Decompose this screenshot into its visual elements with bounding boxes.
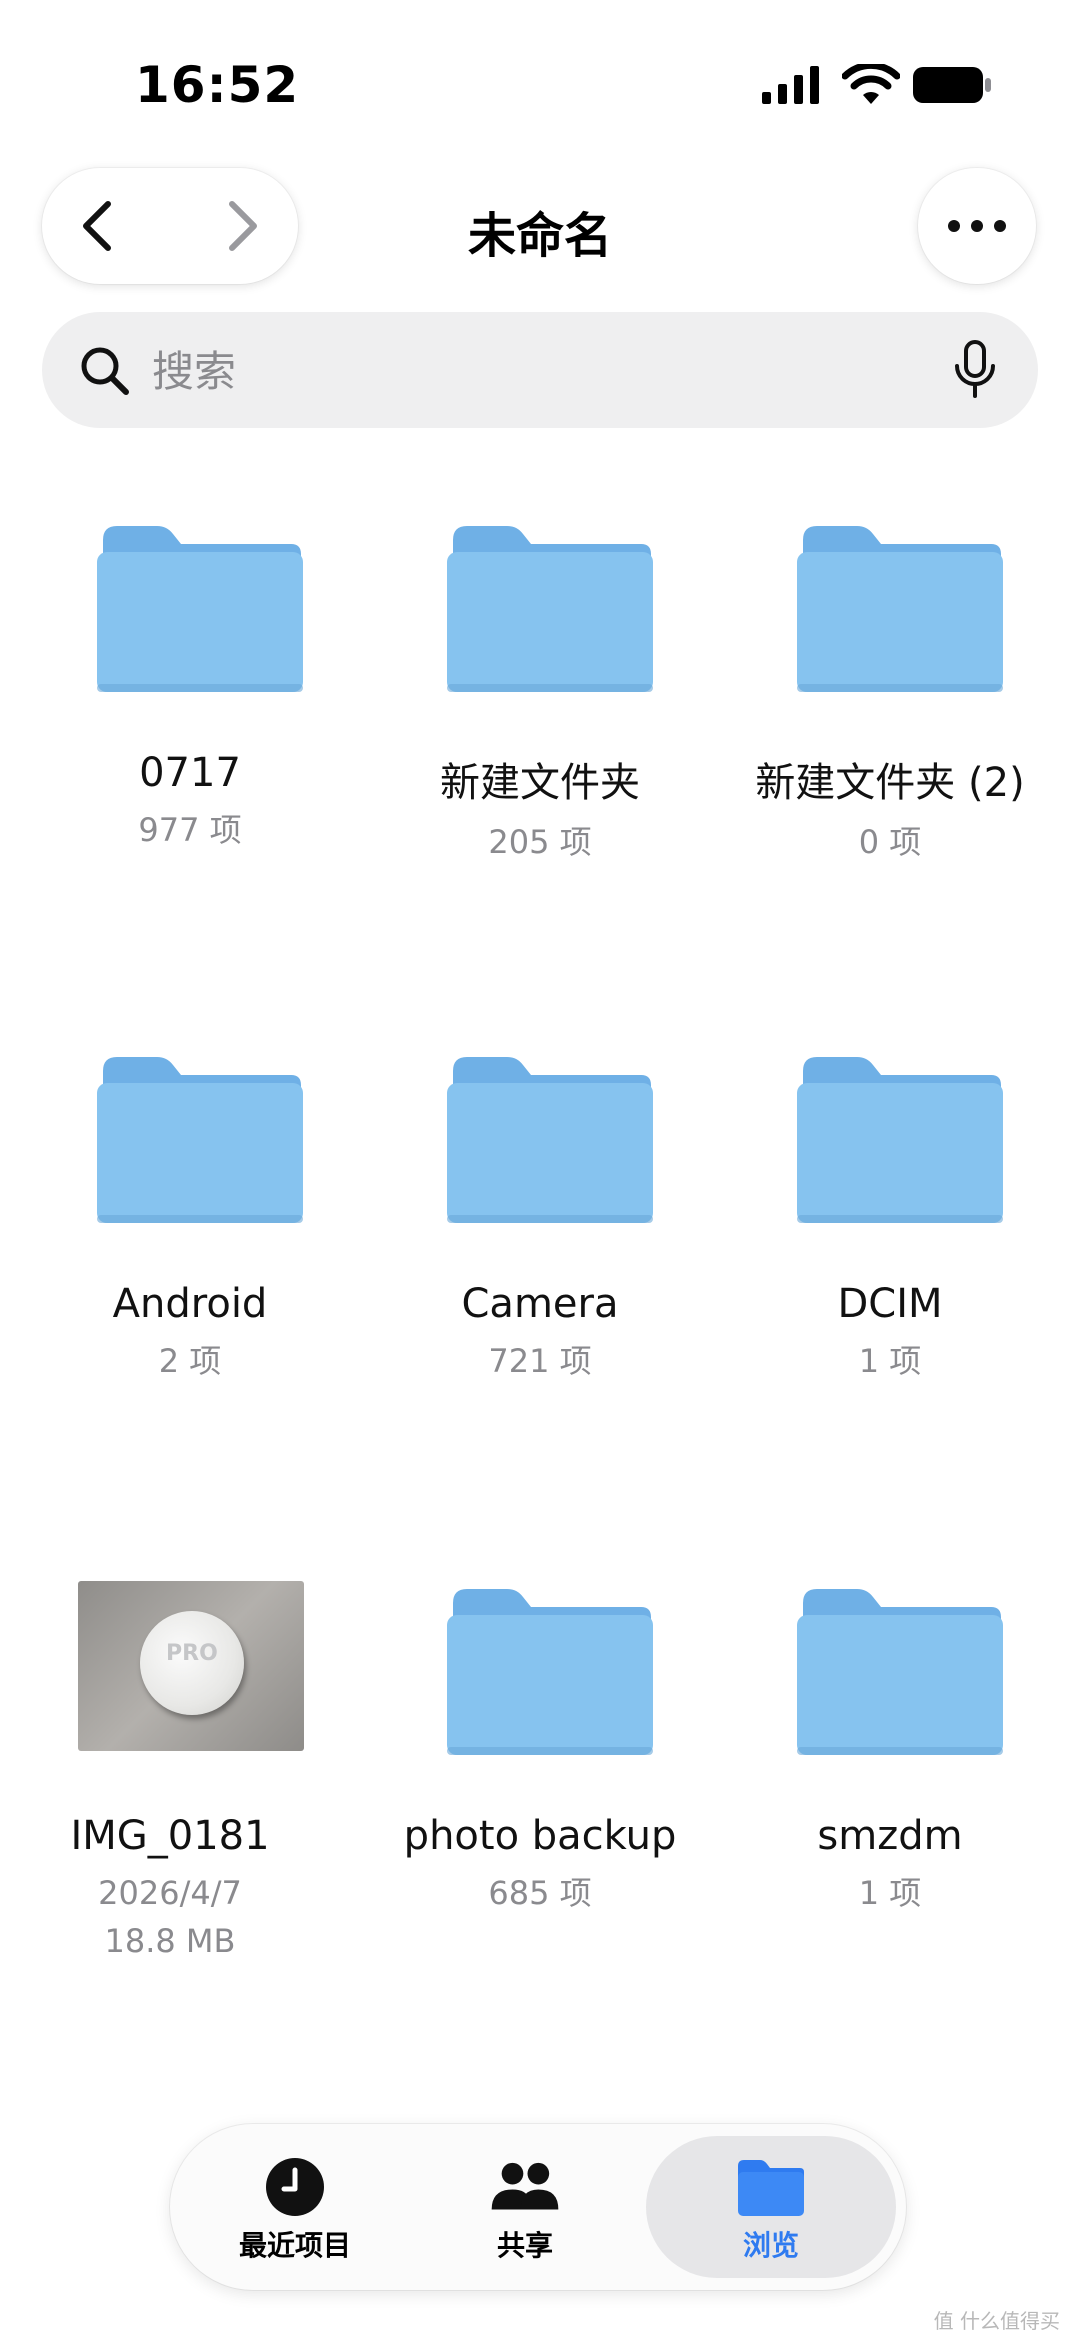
status-time: 16:52 bbox=[135, 56, 300, 114]
folder-icon bbox=[447, 1057, 653, 1223]
tab-recent[interactable]: 最近项目 bbox=[180, 2124, 410, 2290]
item-date: 2026/4/7 bbox=[98, 1874, 242, 1912]
battery-icon bbox=[913, 67, 991, 103]
search-input[interactable] bbox=[150, 338, 934, 404]
folder-icon bbox=[797, 526, 1003, 692]
item-count: 977 项 bbox=[138, 811, 242, 849]
tab-shared[interactable]: 共享 bbox=[410, 2124, 640, 2290]
watermark: 值 什么值得买 bbox=[933, 2309, 1060, 2333]
tab-label: 浏览 bbox=[742, 2229, 799, 2262]
folder-item[interactable]: smzdm 1 项 bbox=[720, 1585, 1060, 1917]
ellipsis-icon bbox=[948, 220, 1006, 232]
folder-item[interactable]: DCIM 1 项 bbox=[720, 1053, 1060, 1385]
files-app-screen: 16:52 未命名 搜索 0717 977 项 新建文件夹 205 项 新建文件… bbox=[0, 0, 1080, 2348]
image-thumbnail: PRO bbox=[78, 1581, 304, 1751]
item-size: 18.8 MB bbox=[104, 1922, 236, 1960]
search-icon bbox=[81, 347, 129, 395]
item-count: 205 项 bbox=[488, 823, 592, 861]
item-name: Camera bbox=[461, 1281, 619, 1327]
people-icon bbox=[491, 2162, 559, 2210]
folder-icon bbox=[738, 2160, 804, 2216]
disc-label: PRO bbox=[166, 1641, 218, 1666]
item-name: 新建文件夹 (2) bbox=[755, 760, 1025, 806]
item-count: 0 项 bbox=[858, 823, 922, 861]
cellular-signal-icon bbox=[762, 66, 819, 104]
folder-item[interactable]: Camera 721 项 bbox=[370, 1053, 710, 1385]
item-count: 1 项 bbox=[858, 1342, 922, 1380]
tab-browse[interactable]: 浏览 bbox=[656, 2124, 886, 2290]
item-name: smzdm bbox=[817, 1813, 963, 1859]
search-bar[interactable] bbox=[42, 312, 1038, 428]
item-name: 0717 bbox=[139, 750, 241, 796]
folder-icon bbox=[797, 1057, 1003, 1223]
folder-icon bbox=[97, 526, 303, 692]
folder-item[interactable]: 0717 977 项 bbox=[20, 522, 360, 854]
item-name: Android bbox=[112, 1281, 268, 1327]
folder-item[interactable]: Android 2 项 bbox=[20, 1053, 360, 1385]
clock-icon bbox=[266, 2158, 324, 2216]
image-file-item[interactable]: PRO IMG_0181 2026/4/7 18.8 MB bbox=[0, 1581, 340, 1965]
microphone-icon[interactable] bbox=[948, 340, 1002, 400]
folder-icon bbox=[797, 1589, 1003, 1755]
tab-bar: 最近项目 共享 浏览 bbox=[170, 2124, 906, 2290]
item-name: DCIM bbox=[837, 1281, 943, 1327]
item-name: IMG_0181 bbox=[70, 1813, 270, 1859]
folder-item[interactable]: photo backup 685 项 bbox=[370, 1585, 710, 1917]
item-count: 2 项 bbox=[158, 1342, 222, 1380]
item-count: 721 项 bbox=[488, 1342, 592, 1380]
folder-icon bbox=[97, 1057, 303, 1223]
folder-item[interactable]: 新建文件夹 205 项 bbox=[370, 522, 710, 866]
tab-label: 共享 bbox=[496, 2229, 553, 2262]
item-name: 新建文件夹 bbox=[440, 760, 640, 806]
folder-icon bbox=[447, 526, 653, 692]
item-count: 685 项 bbox=[488, 1874, 592, 1912]
tab-label: 最近项目 bbox=[238, 2229, 351, 2262]
disc-object: PRO bbox=[140, 1611, 244, 1715]
folder-item[interactable]: 新建文件夹 (2) 0 项 bbox=[720, 522, 1060, 866]
more-options-button[interactable] bbox=[918, 168, 1036, 284]
item-count: 1 项 bbox=[858, 1874, 922, 1912]
wifi-icon bbox=[842, 64, 900, 104]
folder-icon bbox=[447, 1589, 653, 1755]
item-name: photo backup bbox=[403, 1813, 677, 1859]
